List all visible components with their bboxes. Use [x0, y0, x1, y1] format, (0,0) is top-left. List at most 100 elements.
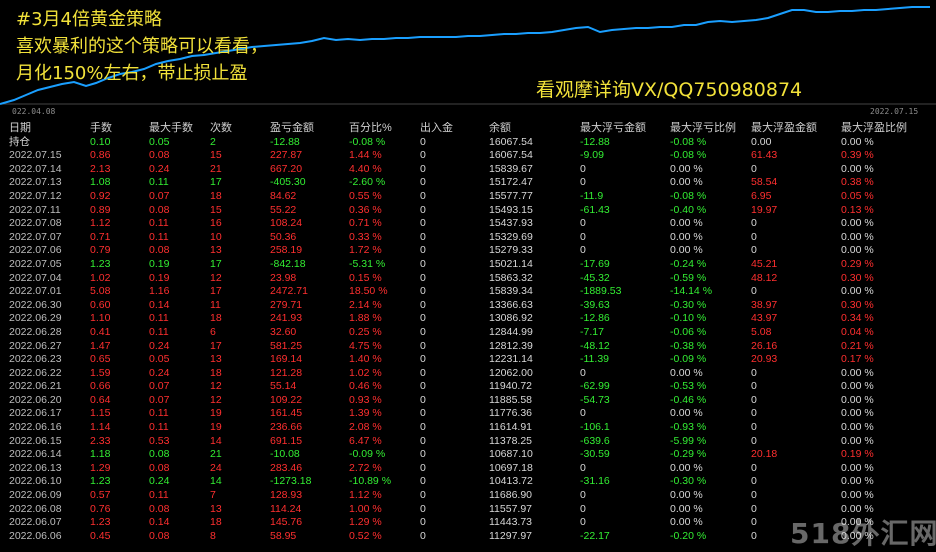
cell-lots: 1.23: [90, 257, 111, 270]
table-row[interactable]: 2022.07.12 0.92 0.07 18 84.62 0.55 % 0 15577.77…: [0, 190, 936, 204]
col-header-max-lots[interactable]: 最大手数: [149, 122, 193, 136]
cell-percent: 0.71 %: [349, 217, 382, 230]
cell-balance: 11940.72: [489, 380, 533, 393]
cell-profit: 114.24: [270, 502, 302, 515]
cell-percent: 1.12 %: [349, 489, 382, 502]
col-header-profit[interactable]: 盈亏金额: [270, 122, 314, 136]
table-row[interactable]: 2022.06.15 2.33 0.53 14 691.15 6.47 % 0 11378.2…: [0, 435, 936, 449]
table-row-holding[interactable]: 持仓 0.10 0.05 2 -12.88 -0.08 % 0 16067.54 -12.88 -…: [0, 136, 936, 150]
cell-deposit: 0: [420, 230, 426, 243]
col-header-max-float-profit-pct[interactable]: 最大浮盈比例: [841, 122, 907, 136]
table-row[interactable]: 2022.07.07 0.71 0.11 10 50.36 0.33 % 0 15329.69…: [0, 231, 936, 245]
caption-line-3: 月化150%左右，带止损止盈: [16, 63, 248, 84]
cell-balance: 15493.15: [489, 203, 533, 216]
cell-percent: 1.02 %: [349, 366, 382, 379]
cell-deposit: 0: [420, 189, 426, 202]
col-header-balance[interactable]: 余额: [489, 122, 511, 136]
cell-max-float-loss: -11.39: [580, 353, 609, 366]
table-row[interactable]: 2022.06.14 1.18 0.08 21 -10.08 -0.09 % 0 10687.…: [0, 448, 936, 462]
cell-balance: 15437.93: [489, 217, 533, 230]
col-header-max-float-loss[interactable]: 最大浮亏金额: [580, 122, 646, 136]
cell-max-float-profit: 26.16: [751, 339, 778, 352]
cell-balance: 13366.63: [489, 298, 533, 311]
cell-max-float-loss: -22.17: [580, 529, 610, 542]
cell-profit: 58.95: [270, 529, 297, 542]
table-row[interactable]: 2022.06.10 1.23 0.24 14 -1273.18 -10.89 % 0 104…: [0, 475, 936, 489]
cell-max-float-profit-pct: 0.00 %: [841, 407, 874, 420]
table-row[interactable]: 2022.07.01 5.08 1.16 17 2472.71 18.50 % 0 15839…: [0, 285, 936, 299]
table-row[interactable]: 2022.06.23 0.65 0.05 13 169.14 1.40 % 0 12231.1…: [0, 353, 936, 367]
table-row[interactable]: 2022.06.16 1.14 0.11 19 236.66 2.08 % 0 11614.9…: [0, 421, 936, 435]
table-row[interactable]: 2022.06.20 0.64 0.07 12 109.22 0.93 % 0 11885.5…: [0, 394, 936, 408]
table-row[interactable]: 2022.07.04 1.02 0.19 12 23.98 0.15 % 0 15863.32…: [0, 272, 936, 286]
table-row[interactable]: 2022.06.09 0.57 0.11 7 128.93 1.12 % 0 11686.90…: [0, 489, 936, 503]
table-row[interactable]: 2022.06.28 0.41 0.11 6 32.60 0.25 % 0 12844.99 -…: [0, 326, 936, 340]
cell-max-float-loss: 0: [580, 502, 586, 515]
cell-count: 12: [210, 393, 222, 406]
cell-profit: 667.20: [270, 162, 303, 175]
cell-profit: 32.60: [270, 325, 297, 338]
cell-date: 持仓: [9, 135, 30, 148]
table-row[interactable]: 2022.06.29 1.10 0.11 18 241.93 1.88 % 0 13086.9…: [0, 312, 936, 326]
cell-balance: 11378.25: [489, 434, 533, 447]
cell-max-float-loss: -30.59: [580, 448, 610, 461]
table-row[interactable]: 2022.06.22 1.59 0.24 18 121.28 1.02 % 0 12062.0…: [0, 367, 936, 381]
table-row[interactable]: 2022.06.17 1.15 0.11 19 161.45 1.39 % 0 11776.3…: [0, 407, 936, 421]
cell-date: 2022.06.22: [9, 366, 62, 379]
cell-max-float-profit: 0: [751, 461, 757, 474]
cell-max-float-loss-pct: -0.08 %: [670, 149, 707, 162]
caption-line-1: #3月4倍黄金策略: [16, 9, 162, 30]
cell-profit: 128.93: [270, 489, 303, 502]
table-row[interactable]: 2022.07.15 0.86 0.08 15 227.87 1.44 % 0 16067.5…: [0, 149, 936, 163]
col-header-percent[interactable]: 百分比%: [349, 122, 392, 136]
cell-max-lots: 0.24: [149, 162, 170, 175]
cell-profit: -842.18: [270, 257, 306, 270]
cell-max-lots: 0.24: [149, 475, 170, 488]
cell-max-float-profit: 20.18: [751, 448, 778, 461]
cell-lots: 0.89: [90, 203, 111, 216]
table-row[interactable]: 2022.07.05 1.23 0.19 17 -842.18 -5.31 % 0 15021…: [0, 258, 936, 272]
cell-deposit: 0: [420, 353, 426, 366]
table-row[interactable]: 2022.07.08 1.12 0.11 16 108.24 0.71 % 0 15437.9…: [0, 217, 936, 231]
col-header-deposit[interactable]: 出入金: [420, 122, 453, 136]
cell-deposit: 0: [420, 461, 426, 474]
col-header-date[interactable]: 日期: [9, 122, 31, 136]
table-row[interactable]: 2022.06.30 0.60 0.14 11 279.71 2.14 % 0 13366.6…: [0, 299, 936, 313]
cell-lots: 1.02: [90, 271, 111, 284]
cell-deposit: 0: [420, 475, 426, 488]
cell-deposit: 0: [420, 149, 426, 162]
col-header-max-float-profit[interactable]: 最大浮盈金额: [751, 122, 817, 136]
cell-max-float-profit: 0: [751, 516, 757, 529]
cell-percent: 1.88 %: [349, 312, 382, 325]
cell-date: 2022.06.29: [9, 312, 62, 325]
cell-max-float-profit-pct: 0.00 %: [841, 421, 874, 434]
cell-percent: -0.08 %: [349, 135, 386, 148]
cell-count: 21: [210, 448, 222, 461]
col-header-max-float-loss-pct[interactable]: 最大浮亏比例: [670, 122, 736, 136]
cell-deposit: 0: [420, 325, 426, 338]
cell-deposit: 0: [420, 421, 426, 434]
cell-max-float-loss: -45.32: [580, 271, 610, 284]
table-row[interactable]: 2022.06.21 0.66 0.07 12 55.14 0.46 % 0 11940.72…: [0, 380, 936, 394]
strategy-caption: #3月4倍黄金策略 喜欢暴利的这个策略可以看看， 月化150%左右，带止损止盈: [16, 6, 268, 87]
cell-count: 11: [210, 298, 221, 311]
cell-profit: 2472.71: [270, 285, 308, 298]
cell-profit: -405.30: [270, 176, 306, 189]
cell-max-float-loss: -9.09: [580, 149, 604, 162]
table-row[interactable]: 2022.07.14 2.13 0.24 21 667.20 4.40 % 0 15839.6…: [0, 163, 936, 177]
table-row[interactable]: 2022.07.13 1.08 0.11 17 -405.30 -2.60 % 0 15172…: [0, 176, 936, 190]
cell-percent: 18.50 %: [349, 285, 388, 298]
table-row[interactable]: 2022.06.27 1.47 0.24 17 581.25 4.75 % 0 12812.3…: [0, 340, 936, 354]
cell-count: 14: [210, 475, 222, 488]
cell-max-float-loss-pct: -5.99 %: [670, 434, 707, 447]
table-row[interactable]: 2022.07.06 0.79 0.08 13 258.19 1.72 % 0 15279.3…: [0, 244, 936, 258]
table-row[interactable]: 2022.06.13 1.29 0.08 24 283.46 2.72 % 0 10697.1…: [0, 462, 936, 476]
col-header-count[interactable]: 次数: [210, 122, 232, 136]
cell-max-float-profit: 19.97: [751, 203, 778, 216]
cell-percent: 0.46 %: [349, 380, 382, 393]
col-header-lots[interactable]: 手数: [90, 122, 112, 136]
cell-balance: 15172.47: [489, 176, 533, 189]
cell-profit: 23.98: [270, 271, 297, 284]
cell-deposit: 0: [420, 203, 426, 216]
table-row[interactable]: 2022.07.11 0.89 0.08 15 55.22 0.36 % 0 15493.15…: [0, 204, 936, 218]
